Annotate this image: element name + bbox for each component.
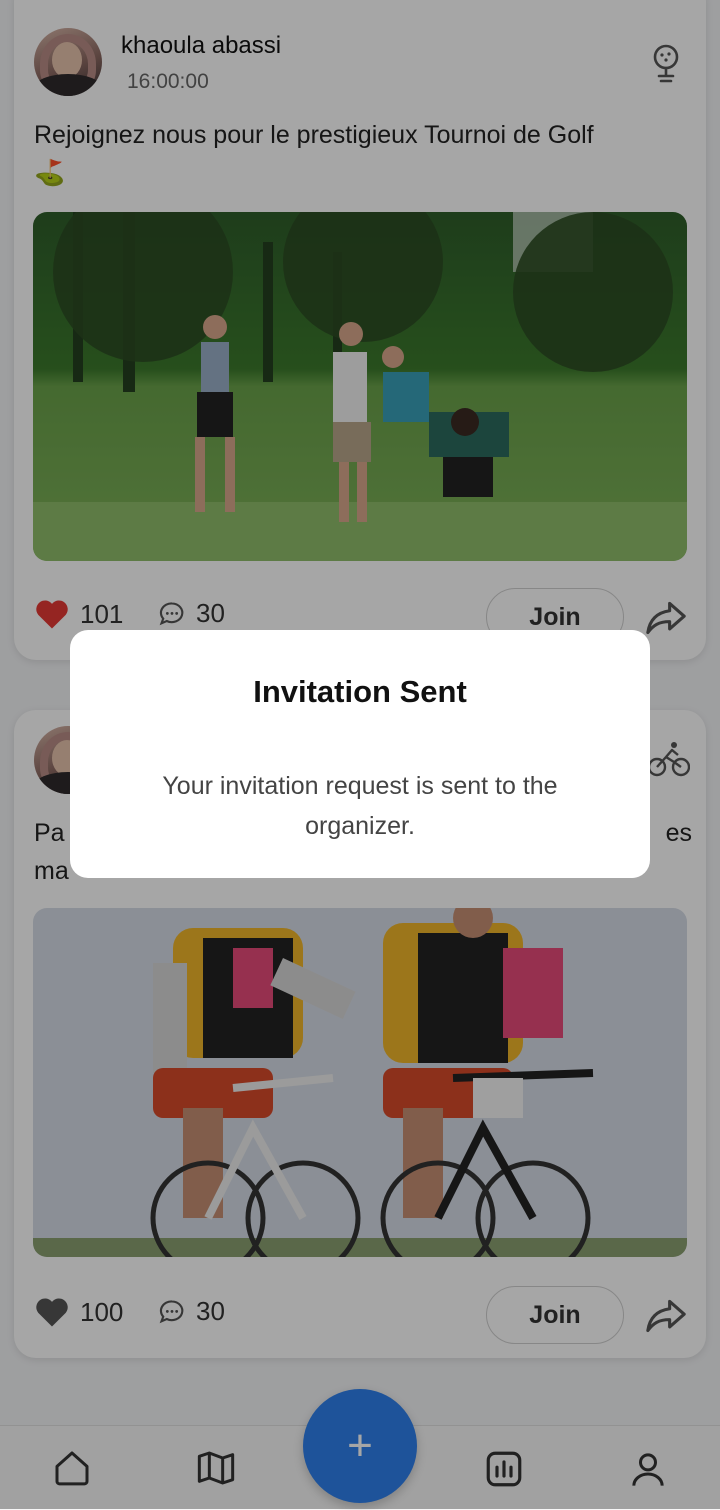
- dialog-title: Invitation Sent: [253, 674, 467, 709]
- dialog-message: Your invitation request is sent to the o…: [162, 772, 558, 840]
- invitation-dialog: Invitation Sent Your invitation request …: [70, 630, 650, 878]
